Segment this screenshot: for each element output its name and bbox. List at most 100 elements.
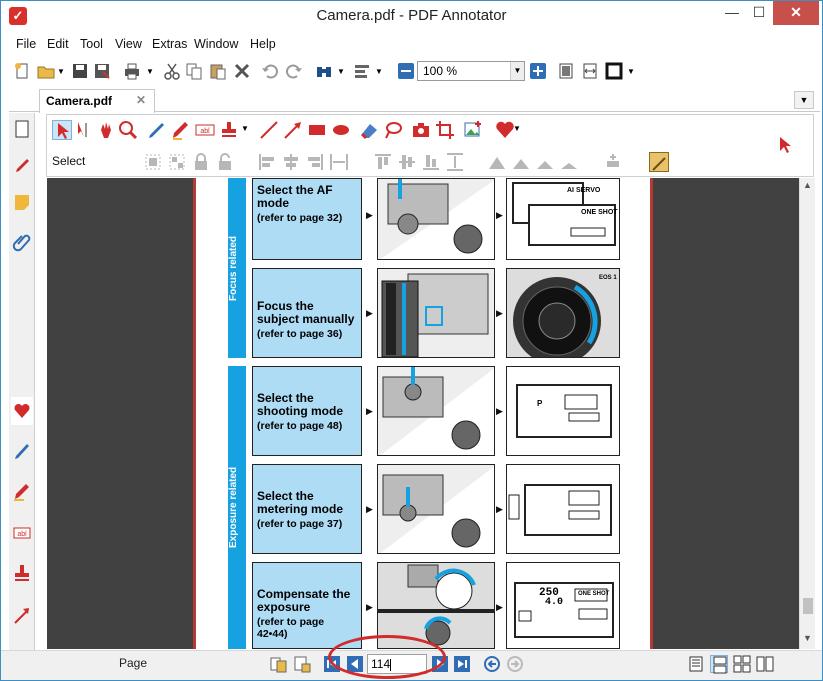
send-back-icon[interactable] [559,152,579,172]
fit-page-icon[interactable] [557,62,575,80]
chevron-down-icon[interactable]: ▼ [510,62,524,80]
marker-tool-icon[interactable] [11,477,33,505]
copy-icon[interactable] [185,62,203,80]
rectangle-icon[interactable] [307,120,327,140]
scroll-up-icon[interactable]: ▲ [803,180,812,190]
sticky-note-icon[interactable] [11,189,33,217]
single-page-view-icon[interactable] [687,655,705,673]
pens-panel-icon[interactable] [11,151,33,179]
select-text-icon[interactable] [74,120,94,140]
cut-icon[interactable] [163,62,181,80]
save-as-icon[interactable] [93,62,111,80]
pen-tool-icon[interactable] [11,437,33,465]
minimize-button[interactable]: — [719,1,745,25]
find-binoculars-icon[interactable] [315,62,333,80]
stamp-dropdown-icon[interactable]: ▼ [241,124,251,144]
unlock-icon[interactable] [215,152,235,172]
page-view-icon[interactable] [11,115,33,143]
align-bottom-icon[interactable] [421,152,441,172]
arrow-tool-icon[interactable] [11,601,33,629]
find-dropdown-icon[interactable]: ▼ [337,67,347,85]
two-page-view-icon[interactable] [733,655,751,673]
align-left-icon[interactable] [257,152,277,172]
properties-dropdown-icon[interactable]: ▼ [375,67,385,85]
align-middle-icon[interactable] [397,152,417,172]
fit-width-icon[interactable] [581,62,599,80]
bring-front-icon[interactable] [487,152,507,172]
paste-icon[interactable] [209,62,227,80]
favorite-dropdown-icon[interactable]: ▼ [513,124,523,144]
tab-camera-pdf[interactable]: Camera.pdf ✕ [39,89,155,113]
group-icon[interactable] [143,152,163,172]
continuous-view-icon[interactable] [710,655,728,674]
menu-view[interactable]: View [115,37,142,51]
favorite-heart-icon[interactable] [495,120,515,140]
zoom-out-icon[interactable] [397,62,415,80]
pen-icon[interactable] [147,120,167,140]
print-dropdown-icon[interactable]: ▼ [146,67,156,85]
close-button[interactable]: ✕ [773,1,819,25]
camera-icon[interactable] [411,120,431,140]
zoom-tool-icon[interactable] [118,120,138,140]
eraser-icon[interactable] [359,120,379,140]
ungroup-icon[interactable] [167,152,187,172]
zoom-in-icon[interactable] [529,62,547,80]
undo-icon[interactable] [261,62,279,80]
print-icon[interactable] [123,62,141,80]
add-to-favorites-icon[interactable] [603,152,623,172]
document-viewport[interactable]: Focus related Exposure related Select th… [47,178,799,649]
distribute-vertical-icon[interactable] [445,152,465,172]
insert-pages-icon[interactable] [269,655,287,673]
text-box-icon[interactable]: abl [195,120,215,140]
close-icon[interactable]: ✕ [136,93,146,107]
menu-extras[interactable]: Extras [152,37,187,51]
delete-icon[interactable] [233,62,251,80]
align-right-icon[interactable] [305,152,325,172]
zoom-select[interactable]: 100 % ▼ [417,61,525,81]
forward-navigation-icon[interactable] [506,655,524,673]
properties-icon[interactable] [353,62,371,80]
attachment-icon[interactable] [11,227,33,255]
menu-help[interactable]: Help [250,37,276,51]
ellipse-icon[interactable] [331,120,351,140]
lasso-icon[interactable] [383,120,403,140]
scroll-down-icon[interactable]: ▼ [803,633,812,643]
arrow-line-icon[interactable] [283,120,303,140]
distribute-horizontal-icon[interactable] [329,152,349,172]
highlighter-icon[interactable] [171,120,191,140]
open-folder-icon[interactable] [37,62,55,80]
view-dropdown-icon[interactable]: ▼ [627,67,637,85]
fullscreen-icon[interactable] [605,62,623,80]
align-center-icon[interactable] [281,152,301,172]
line-icon[interactable] [259,120,279,140]
text-tool-icon[interactable]: abl [11,519,33,547]
menu-tool[interactable]: Tool [80,37,103,51]
book-view-icon[interactable] [756,655,774,673]
menu-window[interactable]: Window [194,37,238,51]
lock-icon[interactable] [191,152,211,172]
tab-list-dropdown[interactable]: ▼ [794,91,814,109]
back-navigation-icon[interactable] [483,655,501,673]
hand-icon[interactable] [96,120,116,140]
open-dropdown-icon[interactable]: ▼ [57,67,67,85]
stamp-icon[interactable] [219,120,239,140]
crop-icon[interactable] [435,120,455,140]
redo-icon[interactable] [285,62,303,80]
last-page-icon[interactable] [453,655,471,673]
menu-edit[interactable]: Edit [47,37,69,51]
vertical-scrollbar[interactable]: ▲ ▼ [799,178,815,649]
bring-forward-icon[interactable] [511,152,531,172]
stamp-tool-icon[interactable] [11,559,33,587]
insert-image-icon[interactable] [463,120,483,140]
page-tools-icon[interactable] [293,655,311,673]
select-arrow-icon[interactable] [52,120,72,140]
send-backward-icon[interactable] [535,152,555,172]
new-document-icon[interactable] [13,62,31,80]
align-top-icon[interactable] [373,152,393,172]
scroll-thumb[interactable] [803,598,813,614]
save-icon[interactable] [71,62,89,80]
color-picker-icon[interactable] [649,152,669,172]
menu-file[interactable]: File [16,37,36,51]
favorites-heart-icon[interactable] [11,397,33,425]
maximize-button[interactable]: ☐ [746,1,772,25]
